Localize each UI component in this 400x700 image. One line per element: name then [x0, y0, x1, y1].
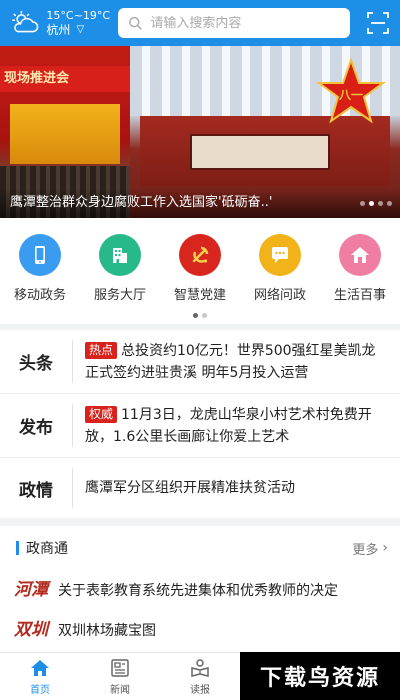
- carousel-dot[interactable]: [387, 201, 392, 206]
- news-row-headline[interactable]: 头条 热点 总投资约10亿元！世界500强红星美凯龙正式签约进驻贵溪 明年5月投入…: [0, 330, 400, 394]
- mobile-glyph: [35, 246, 45, 264]
- news-text[interactable]: 权威 11月3日，龙虎山华泉小村艺术村免费开放，1.6公里长画廊让你爱上艺术: [73, 404, 400, 448]
- tab-news[interactable]: 新闻: [80, 653, 160, 700]
- article-logo: 双圳: [14, 620, 48, 640]
- news-title: 总投资约10亿元！世界500强红星美凯龙正式签约进驻贵溪 明年5月投入运营: [85, 342, 376, 381]
- mobile-icon: [19, 234, 61, 276]
- chat-glyph: [272, 247, 288, 263]
- quick-item-label: 生活百事: [333, 288, 386, 303]
- section-header: 政商通 更多 ›: [0, 526, 400, 570]
- quick-item-online-inquiry[interactable]: 网络问政: [244, 234, 316, 303]
- svg-text:八一: 八一: [338, 88, 363, 102]
- news-row-release[interactable]: 发布 权威 11月3日，龙虎山华泉小村艺术村免费开放，1.6公里长画廊让你爱上艺术: [0, 394, 400, 458]
- site-watermark: 下载鸟资源: [240, 652, 400, 700]
- quick-item-service-hall[interactable]: 服务大厅: [84, 234, 156, 303]
- news-text[interactable]: 热点 总投资约10亿元！世界500强红星美凯龙正式签约进驻贵溪 明年5月投入运营: [73, 340, 400, 384]
- home-icon: [31, 660, 49, 676]
- section-title-text: 政商通: [26, 541, 68, 557]
- reader-icon: [191, 659, 209, 677]
- news-row-politics[interactable]: 政情 鹰潭军分区组织开展精准扶贫活动: [0, 458, 400, 518]
- red-star-emblem-icon: 八一: [316, 56, 386, 124]
- zhengshangtong-section: 政商通 更多 › 河潭 关于表彰教育系统先进集体和优秀教师的决定 双圳 双圳林场…: [0, 526, 400, 654]
- tab-home[interactable]: 首页: [0, 653, 80, 700]
- scan-icon[interactable]: [366, 11, 390, 35]
- title-accent-bar: [16, 541, 19, 555]
- city-name: 杭州: [46, 23, 71, 37]
- quick-item-life-affairs[interactable]: 生活百事: [324, 234, 396, 303]
- home-glyph: [351, 247, 369, 263]
- banner-screen: [190, 134, 330, 170]
- news-section: 头条 热点 总投资约10亿元！世界500强红星美凯龙正式签约进驻贵溪 明年5月投入…: [0, 330, 400, 518]
- news-text[interactable]: 鹰潭军分区组织开展精准扶贫活动: [73, 477, 400, 499]
- search-box[interactable]: [118, 8, 350, 38]
- tab-reader[interactable]: 读报: [160, 653, 240, 700]
- party-emblem-glyph: [192, 246, 209, 263]
- newspaper-icon: [111, 659, 129, 677]
- home-icon: [339, 234, 381, 276]
- city-selector[interactable]: 杭州 ▽: [46, 23, 110, 37]
- weather-widget[interactable]: 15°C~19°C 杭州 ▽: [10, 9, 110, 37]
- carousel-dot[interactable]: [378, 201, 383, 206]
- article-title: 双圳林场藏宝图: [58, 623, 156, 639]
- quick-item-label: 网络问政: [253, 288, 306, 303]
- article-logo: 河潭: [14, 580, 48, 600]
- pager-dot[interactable]: [202, 313, 207, 318]
- top-bar: 15°C~19°C 杭州 ▽: [0, 0, 400, 46]
- party-emblem-icon: [179, 234, 221, 276]
- news-category: 头条: [19, 354, 53, 374]
- news-category: 发布: [19, 418, 53, 438]
- tab-label: 首页: [30, 685, 50, 696]
- section-title: 政商通: [16, 538, 68, 558]
- quick-item-label: 移动政务: [13, 288, 66, 303]
- banner-carousel[interactable]: 现场推进会 八一 鹰潭整治群众身边腐败工作入选国家'砥砺奋..': [0, 46, 400, 218]
- authority-tag: 权威: [85, 405, 118, 423]
- search-icon: [129, 16, 142, 30]
- carousel-dot-active[interactable]: [369, 201, 374, 206]
- carousel-indicator: [360, 201, 392, 206]
- quick-menu: 移动政务 服务大厅 智慧党建 网络问政 生活百事: [0, 218, 400, 324]
- news-title: 鹰潭军分区组织开展精准扶贫活动: [85, 480, 295, 496]
- quick-item-label: 智慧党建: [173, 288, 226, 303]
- article-title: 关于表彰教育系统先进集体和优秀教师的决定: [58, 583, 338, 599]
- quick-item-label: 服务大厅: [93, 288, 146, 303]
- pager-dot-active[interactable]: [193, 313, 198, 318]
- list-item[interactable]: 河潭 关于表彰教育系统先进集体和优秀教师的决定: [0, 570, 400, 610]
- banner-sign: 现场推进会: [0, 66, 130, 92]
- banner-stage: [10, 104, 120, 164]
- search-input[interactable]: [150, 15, 340, 31]
- building-glyph: [113, 248, 127, 263]
- hot-tag: 热点: [85, 341, 118, 359]
- news-title: 11月3日，龙虎山华泉小村艺术村免费开放，1.6公里长画廊让你爱上艺术: [85, 406, 372, 445]
- tab-label: 新闻: [110, 685, 130, 696]
- banner-caption[interactable]: 鹰潭整治群众身边腐败工作入选国家'砥砺奋..': [10, 191, 310, 210]
- quick-menu-pager: [0, 313, 400, 318]
- more-link[interactable]: 更多 ›: [352, 539, 388, 558]
- tab-label: 读报: [190, 685, 210, 696]
- building-icon: [99, 234, 141, 276]
- watermark-text: 下载鸟资源: [259, 666, 380, 691]
- chevron-right-icon: ›: [382, 540, 388, 556]
- chat-icon: [259, 234, 301, 276]
- more-label: 更多: [352, 542, 379, 558]
- news-category: 政情: [19, 480, 53, 501]
- quick-item-smart-party[interactable]: 智慧党建: [164, 234, 236, 303]
- carousel-dot[interactable]: [360, 201, 365, 206]
- list-item[interactable]: 双圳 双圳林场藏宝图: [0, 610, 400, 650]
- weather-temperature: 15°C~19°C: [46, 9, 110, 22]
- partly-cloudy-icon: [12, 10, 39, 33]
- chevron-down-icon: ▽: [76, 24, 85, 35]
- quick-item-mobile-gov[interactable]: 移动政务: [4, 234, 76, 303]
